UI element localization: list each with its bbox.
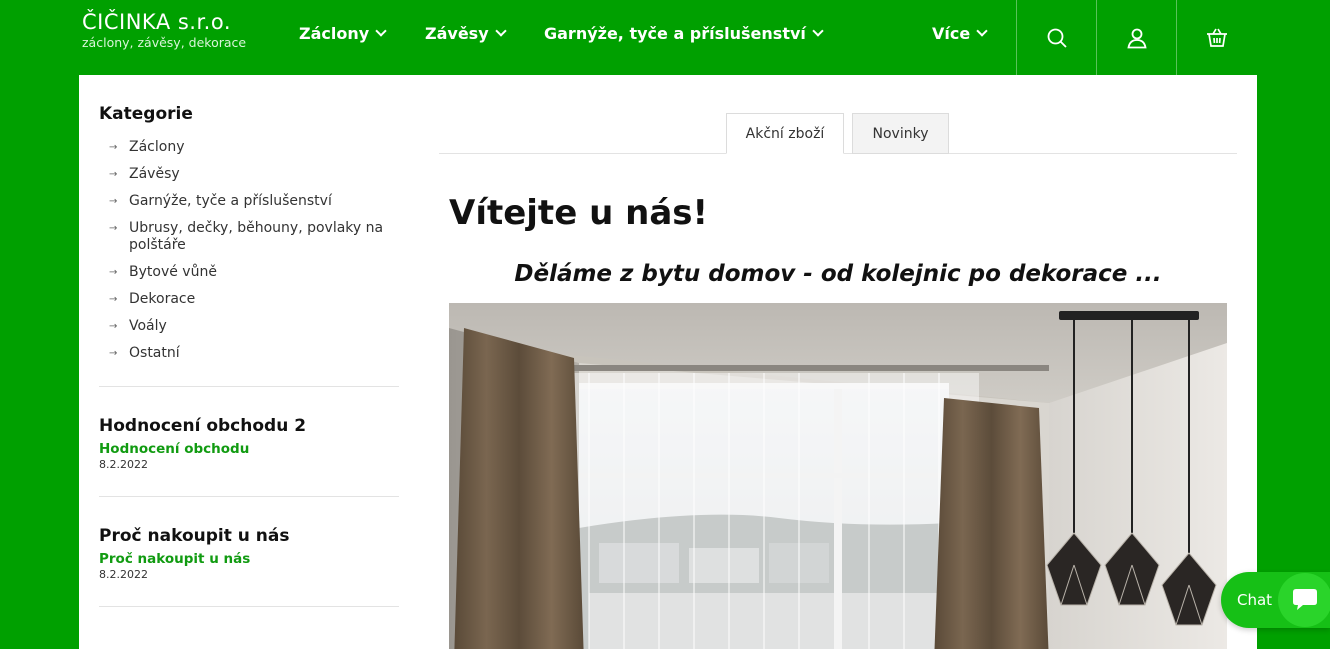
nav-item-label: Garnýže, tyče a příslušenství <box>544 24 806 43</box>
search-button[interactable] <box>1016 0 1096 75</box>
arrow-right-icon: → <box>109 142 118 153</box>
category-list: → Záclony → Závěsy → Garnýže, tyče a příslu… <box>99 139 399 362</box>
divider <box>99 386 399 387</box>
page-title: Vítejte u nás! <box>449 193 709 233</box>
nav-item-label: Záclony <box>299 24 370 43</box>
nav-item-label: Více <box>932 24 971 43</box>
category-label: Bytové vůně <box>129 264 217 280</box>
tagline: Děláme z bytu domov - od kolejnic po dek… <box>514 261 1162 287</box>
search-icon <box>1047 28 1067 48</box>
arrow-right-icon: → <box>109 267 118 278</box>
category-label: Záclony <box>129 139 185 155</box>
arrow-right-icon: → <box>109 223 118 234</box>
chat-button[interactable]: Chat <box>1221 572 1330 628</box>
article-title: Proč nakoupit u nás <box>99 526 290 546</box>
chat-label: Chat <box>1237 591 1273 609</box>
chevron-down-icon <box>976 25 988 37</box>
chevron-down-icon <box>494 25 507 37</box>
chat-bubble-icon <box>1278 573 1330 627</box>
divider <box>99 496 399 497</box>
category-label: Ostatní <box>129 345 180 361</box>
category-item-ubrusy[interactable]: → Ubrusy, dečky, běhouny, povlaky na polš… <box>109 220 399 254</box>
arrow-right-icon: → <box>109 294 118 305</box>
arrow-right-icon: → <box>109 196 118 207</box>
category-label: Závěsy <box>129 166 180 182</box>
article-date: 8.2.2022 <box>99 568 148 581</box>
nav-item-zaclony[interactable]: Záclony <box>299 24 387 43</box>
category-item-dekorace[interactable]: → Dekorace <box>109 291 399 308</box>
arrow-right-icon: → <box>109 321 118 332</box>
nav-item-vice[interactable]: Více <box>932 24 988 43</box>
site-header: ČIČINKA s.r.o. záclony, závěsy, dekorace… <box>0 0 1257 75</box>
article-link[interactable]: Proč nakoupit u nás <box>99 551 399 568</box>
living-room-photo <box>449 303 1227 649</box>
hero-image <box>449 303 1227 649</box>
category-item-vune[interactable]: → Bytové vůně <box>109 264 399 281</box>
page-content: Kategorie → Záclony → Závěsy → Garnýže, tyč… <box>79 75 1257 649</box>
divider <box>99 606 399 607</box>
basket-icon <box>1207 28 1227 47</box>
category-item-zaclony[interactable]: → Záclony <box>109 139 399 156</box>
categories-title: Kategorie <box>99 104 193 124</box>
sidebar: Kategorie → Záclony → Závěsy → Garnýže, tyč… <box>99 103 399 635</box>
category-label: Garnýže, tyče a příslušenství <box>129 193 332 209</box>
nav-item-zavesy[interactable]: Závěsy <box>425 24 507 43</box>
chevron-down-icon <box>812 25 824 37</box>
article-link[interactable]: Hodnocení obchodu <box>99 441 399 458</box>
nav-item-garnyze[interactable]: Garnýže, tyče a příslušenství <box>544 24 824 43</box>
cart-button[interactable] <box>1176 0 1257 75</box>
category-item-garnyze[interactable]: → Garnýže, tyče a příslušenství <box>109 193 399 210</box>
category-label: Ubrusy, dečky, běhouny, povlaky na polšt… <box>129 220 384 253</box>
nav-item-label: Závěsy <box>425 24 489 43</box>
user-icon <box>1126 28 1147 48</box>
article-block: Hodnocení obchodu 2 Hodnocení obchodu 8.… <box>99 415 399 472</box>
logo-title: ČIČINKA s.r.o. <box>82 10 232 34</box>
chevron-down-icon <box>375 25 387 37</box>
logo-subtitle: záclony, závěsy, dekorace <box>82 35 247 50</box>
arrow-right-icon: → <box>109 348 118 359</box>
logo[interactable]: ČIČINKA s.r.o. záclony, závěsy, dekorace <box>82 9 246 51</box>
account-button[interactable] <box>1096 0 1176 75</box>
tab-label: Novinky <box>872 125 929 142</box>
category-item-zavesy[interactable]: → Závěsy <box>109 166 399 183</box>
tab-label: Akční zboží <box>745 125 825 142</box>
article-date: 8.2.2022 <box>99 458 148 471</box>
category-label: Dekorace <box>129 291 196 307</box>
speech-bubble-icon <box>1293 589 1317 610</box>
tab-novinky[interactable]: Novinky <box>852 113 949 154</box>
category-label: Voály <box>129 318 167 334</box>
category-item-voaly[interactable]: → Voály <box>109 318 399 335</box>
article-title: Hodnocení obchodu 2 <box>99 416 307 436</box>
tab-akcni-zbozi[interactable]: Akční zboží <box>726 113 844 154</box>
category-item-ostatni[interactable]: → Ostatní <box>109 345 399 362</box>
arrow-right-icon: → <box>109 169 118 180</box>
article-block: Proč nakoupit u nás Proč nakoupit u nás … <box>99 525 399 582</box>
